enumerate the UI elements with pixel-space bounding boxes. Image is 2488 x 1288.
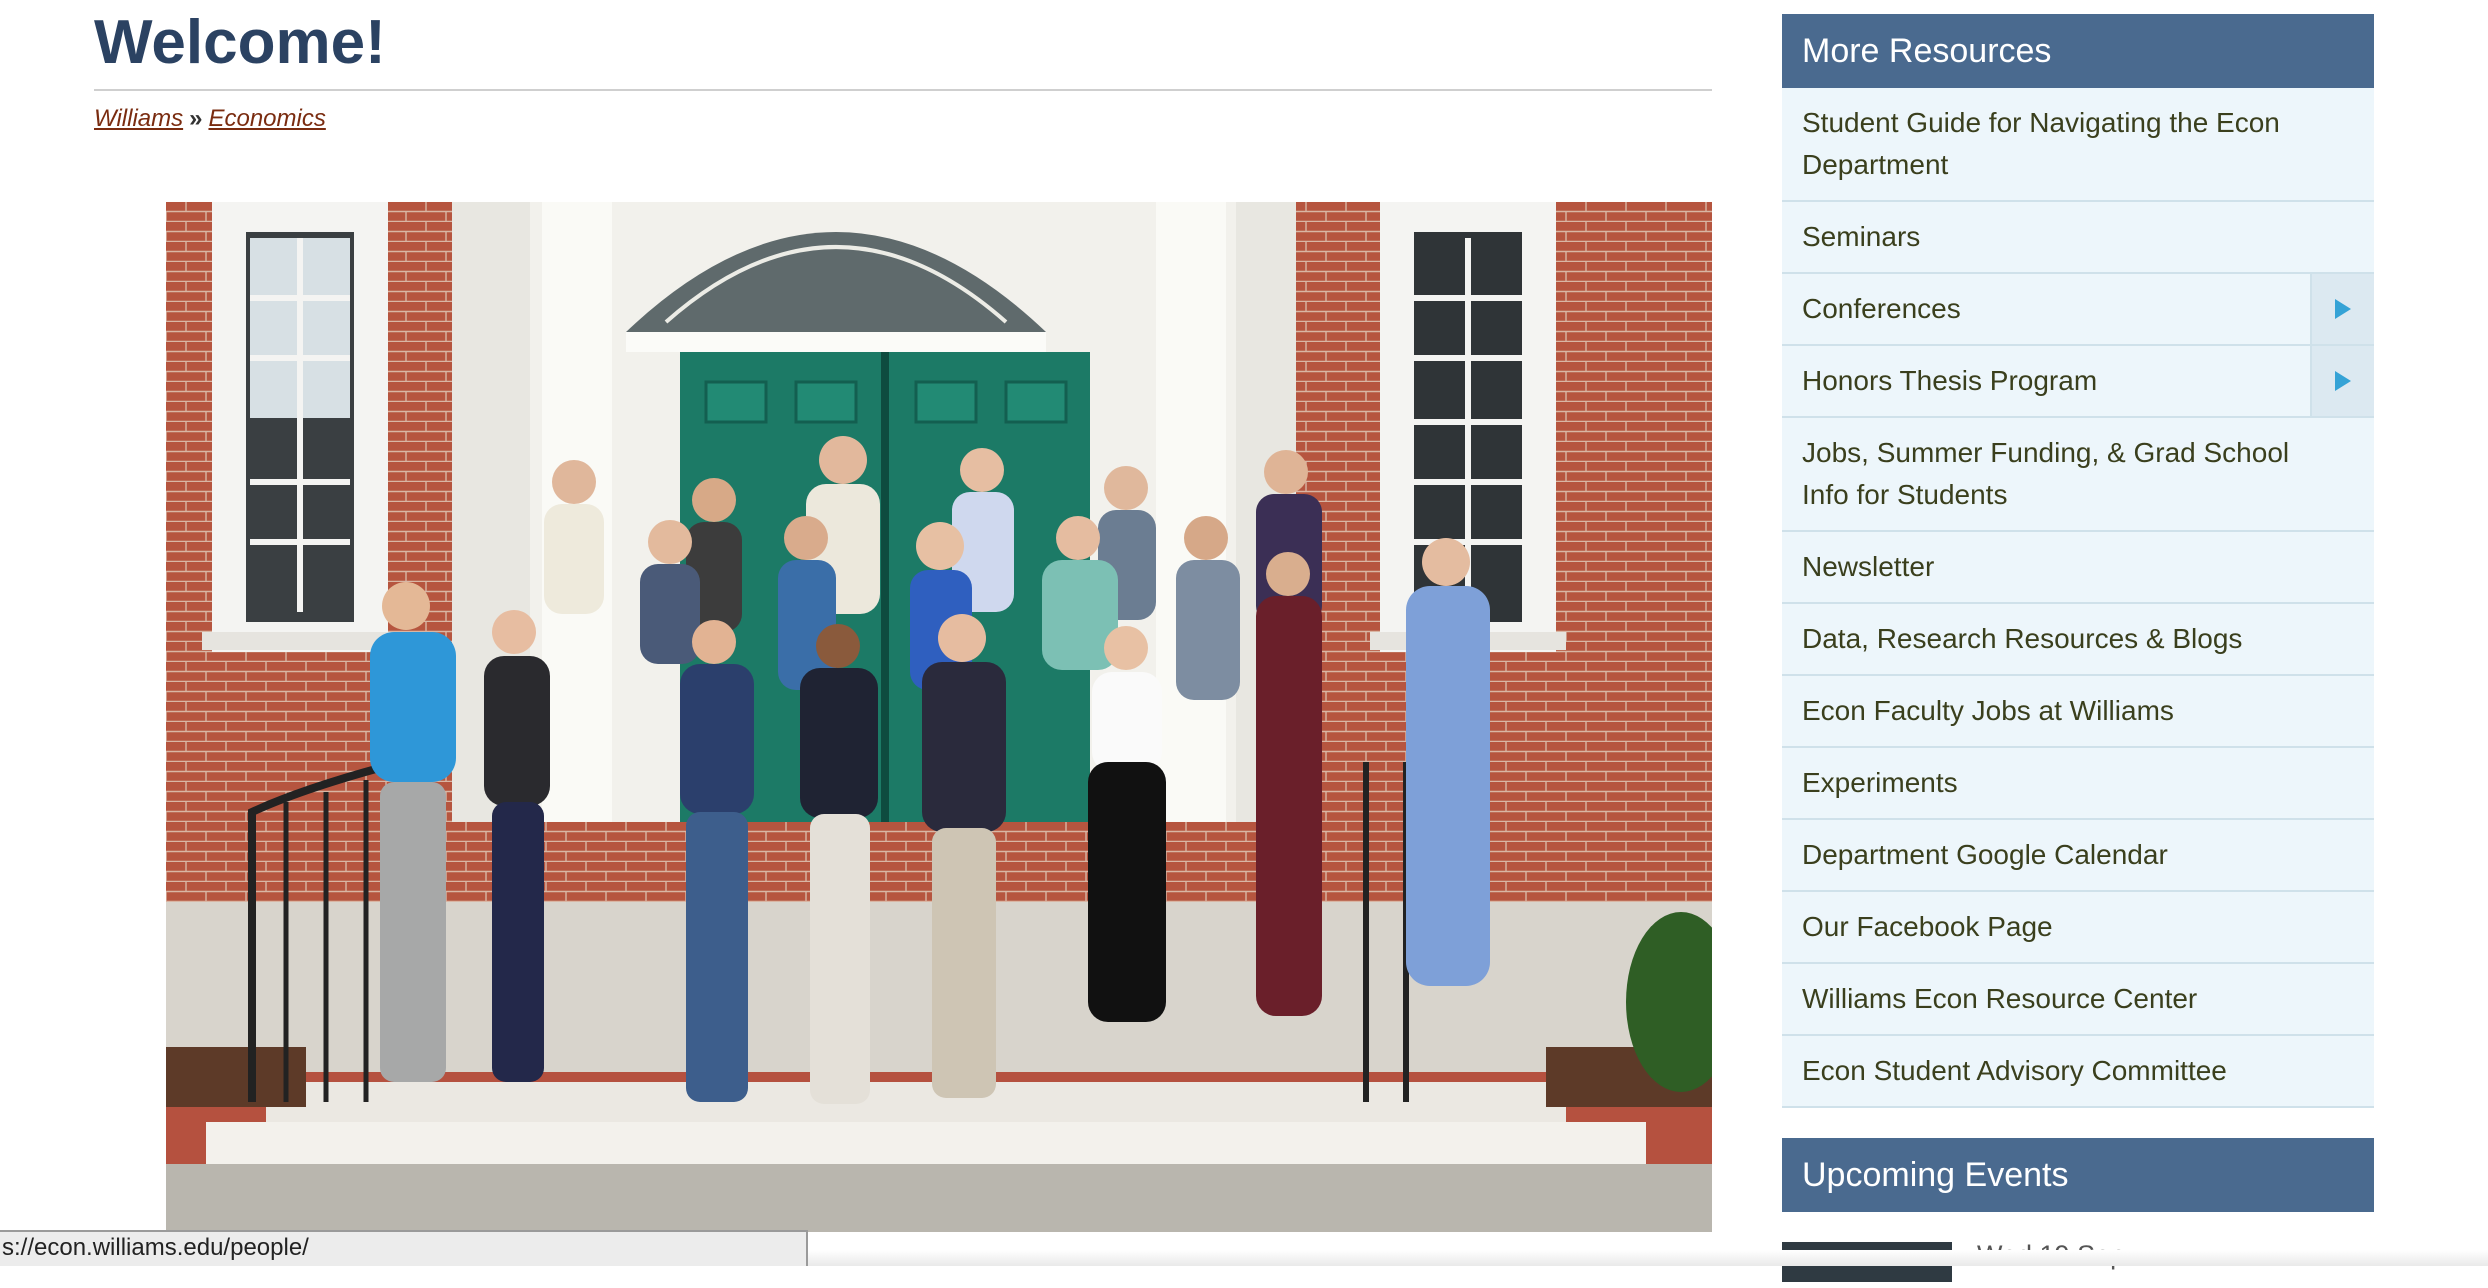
upcoming-events-heading: Upcoming Events: [1782, 1138, 2374, 1212]
resource-item-faculty-jobs[interactable]: Econ Faculty Jobs at Williams: [1782, 676, 2374, 748]
resource-item-resource-center[interactable]: Williams Econ Resource Center: [1782, 964, 2374, 1036]
expand-button[interactable]: [2310, 274, 2374, 344]
resource-link[interactable]: Data, Research Resources & Blogs: [1782, 618, 2322, 660]
faculty-group-photo: [166, 202, 1712, 1232]
resource-link[interactable]: Our Facebook Page: [1782, 906, 2133, 948]
breadcrumb: Williams» Economics: [94, 105, 326, 133]
resource-link[interactable]: Newsletter: [1782, 546, 2014, 588]
title-divider: [94, 89, 1712, 91]
breadcrumb-separator: »: [189, 105, 203, 132]
breadcrumb-link-williams[interactable]: Williams: [94, 105, 183, 132]
browser-status-bar: s://econ.williams.edu/people/: [0, 1230, 808, 1266]
resource-link[interactable]: Department Google Calendar: [1782, 834, 2248, 876]
faculty-photo-illustration: [166, 202, 1712, 1232]
resource-link[interactable]: Econ Student Advisory Committee: [1782, 1050, 2307, 1092]
triangle-right-icon: [2335, 299, 2351, 319]
triangle-right-icon: [2335, 371, 2351, 391]
resource-item-facebook[interactable]: Our Facebook Page: [1782, 892, 2374, 964]
page-title: Welcome!: [94, 8, 386, 77]
resource-item-conferences[interactable]: Conferences: [1782, 274, 2374, 346]
resource-item-student-guide[interactable]: Student Guide for Navigating the Econ De…: [1782, 88, 2374, 202]
sidebar: More Resources Student Guide for Navigat…: [1782, 14, 2374, 1288]
resources-list: Student Guide for Navigating the Econ De…: [1782, 88, 2374, 1108]
resource-item-jobs-funding[interactable]: Jobs, Summer Funding, & Grad School Info…: [1782, 418, 2374, 532]
resource-item-google-calendar[interactable]: Department Google Calendar: [1782, 820, 2374, 892]
resource-link[interactable]: Seminars: [1782, 216, 2000, 258]
resource-item-data-research[interactable]: Data, Research Resources & Blogs: [1782, 604, 2374, 676]
resource-link[interactable]: Jobs, Summer Funding, & Grad School Info…: [1782, 432, 2374, 516]
resource-link[interactable]: Student Guide for Navigating the Econ De…: [1782, 102, 2374, 186]
resource-item-experiments[interactable]: Experiments: [1782, 748, 2374, 820]
resource-link[interactable]: Experiments: [1782, 762, 2038, 804]
breadcrumb-link-economics[interactable]: Economics: [208, 105, 325, 132]
page-bottom-shadow: [808, 1250, 2488, 1266]
resource-item-newsletter[interactable]: Newsletter: [1782, 532, 2374, 604]
resource-item-advisory-committee[interactable]: Econ Student Advisory Committee: [1782, 1036, 2374, 1108]
more-resources-heading: More Resources: [1782, 14, 2374, 88]
resource-link[interactable]: Honors Thesis Program: [1782, 360, 2177, 402]
resource-link[interactable]: Econ Faculty Jobs at Williams: [1782, 690, 2254, 732]
expand-button[interactable]: [2310, 346, 2374, 416]
resource-item-seminars[interactable]: Seminars: [1782, 202, 2374, 274]
resource-item-honors-thesis[interactable]: Honors Thesis Program: [1782, 346, 2374, 418]
resource-link[interactable]: Conferences: [1782, 288, 2041, 330]
resource-link[interactable]: Williams Econ Resource Center: [1782, 978, 2277, 1020]
